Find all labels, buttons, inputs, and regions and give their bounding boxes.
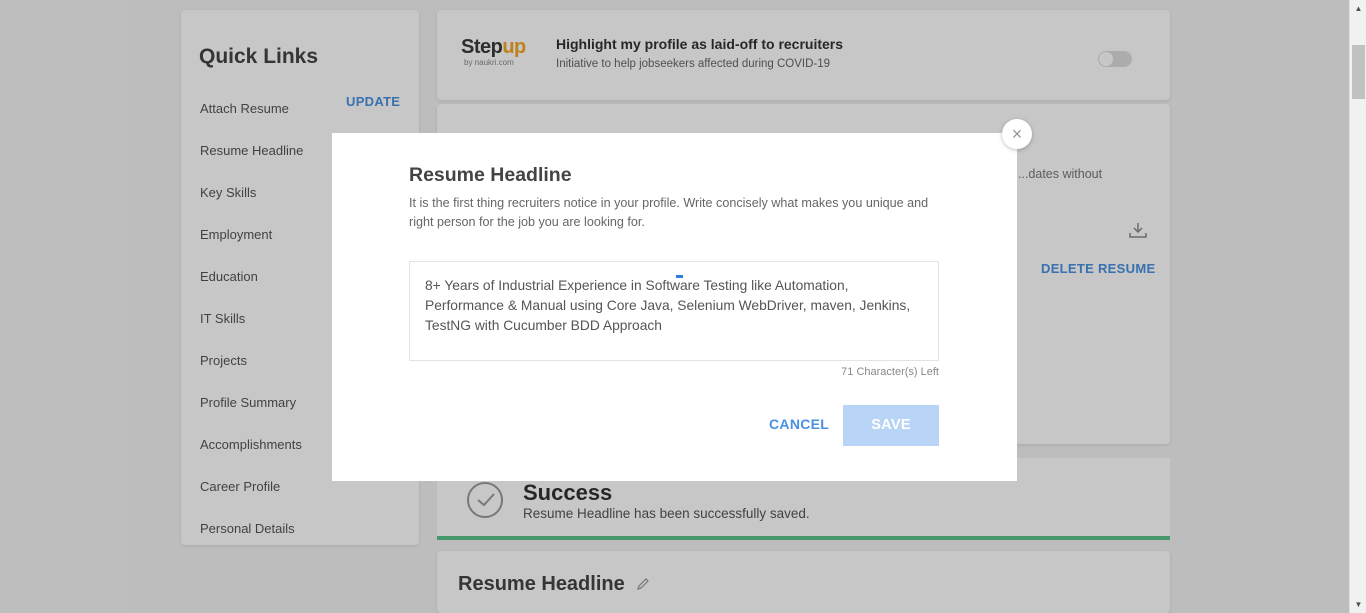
characters-left-counter: 71 Character(s) Left <box>841 366 939 378</box>
vertical-scrollbar[interactable]: ▲ ▼ <box>1349 0 1366 613</box>
resume-headline-textarea[interactable]: 8+ Years of Industrial Experience in Sof… <box>409 261 939 361</box>
scroll-down-arrow-icon[interactable]: ▼ <box>1350 596 1366 613</box>
modal-description: It is the first thing recruiters notice … <box>409 196 929 229</box>
modal-title: Resume Headline <box>409 164 572 186</box>
resume-headline-text[interactable]: 8+ Years of Industrial Experience in Sof… <box>425 276 925 336</box>
save-button[interactable]: SAVE <box>843 405 939 446</box>
scroll-up-arrow-icon[interactable]: ▲ <box>1350 0 1366 17</box>
cancel-button[interactable]: CANCEL <box>769 416 829 432</box>
resume-headline-modal: Resume Headline It is the first thing re… <box>332 133 1017 481</box>
scrollbar-thumb[interactable] <box>1352 45 1365 99</box>
close-icon[interactable]: × <box>1002 119 1032 149</box>
